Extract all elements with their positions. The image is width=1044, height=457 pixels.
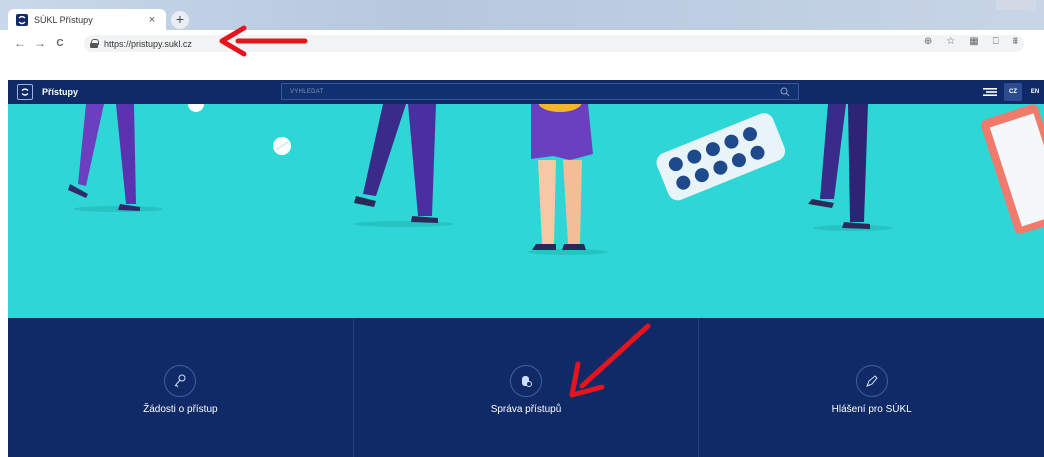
page-top-space <box>0 56 1044 80</box>
clipboard-icon <box>980 104 1044 235</box>
address-bar[interactable]: https://pristupy.sukl.cz ⊕ ☆ ▦ ⎕ ⩩ <box>84 35 1024 52</box>
tile-label: Správa přístupů <box>490 404 562 415</box>
sukl-logo-icon[interactable] <box>17 84 33 100</box>
omnibox-actions: ⊕ ☆ ▦ ⎕ ⩩ <box>924 36 1018 47</box>
reading-list-icon[interactable]: ⎕ <box>993 36 999 47</box>
tile-label: Žádosti o přístup <box>143 404 218 415</box>
browser-tab[interactable]: SÚKL Přístupy × <box>8 9 166 30</box>
sukl-favicon-icon <box>16 13 28 26</box>
search-input[interactable]: VYHLEDAT <box>281 83 799 100</box>
site-title[interactable]: Přístupy <box>42 87 78 97</box>
tab-title: SÚKL Přístupy <box>34 14 93 25</box>
lang-en-button[interactable]: EN <box>1026 83 1044 101</box>
tile-access-management[interactable]: Správa přístupů <box>354 318 700 457</box>
logo-mark-icon <box>21 88 29 96</box>
feature-tiles: Žádosti o přístup Správa přístupů Hlášen… <box>8 318 1044 457</box>
key-icon <box>164 365 197 397</box>
hero-banner <box>8 104 1044 318</box>
zoom-icon[interactable]: ⊕ <box>924 36 932 47</box>
reload-button[interactable]: C <box>50 38 70 49</box>
tile-reports[interactable]: Hlášení pro SÚKL <box>699 318 1044 457</box>
search-placeholder: VYHLEDAT <box>290 88 324 95</box>
new-tab-button[interactable]: + <box>171 11 189 29</box>
back-button[interactable]: ← <box>10 36 30 50</box>
bookmark-star-icon[interactable]: ☆ <box>946 36 955 47</box>
url-text: https://pristupy.sukl.cz <box>104 38 192 49</box>
browser-tabstrip: SÚKL Přístupy × + <box>0 0 1044 30</box>
profile-icon[interactable]: ⩩ <box>1013 36 1018 47</box>
person-shorts <box>531 104 593 160</box>
lang-cz-button[interactable]: CZ <box>1004 83 1022 101</box>
menu-icon[interactable] <box>983 87 997 97</box>
site-header: Přístupy VYHLEDAT CZ EN <box>8 80 1044 104</box>
access-icon <box>510 365 542 397</box>
lock-icon <box>90 39 99 48</box>
search-icon[interactable] <box>780 87 790 97</box>
screen: SÚKL Přístupy × + ← → C https://pristupy… <box>0 0 1044 457</box>
tile-label: Hlášení pro SÚKL <box>831 404 912 415</box>
person-legs-right <box>820 104 846 199</box>
extension-icon[interactable]: ▦ <box>969 36 978 47</box>
person-legs-left <box>78 104 104 186</box>
tab-close-icon[interactable]: × <box>146 14 158 26</box>
forward-button[interactable]: → <box>30 36 50 50</box>
window-controls[interactable] <box>996 0 1036 10</box>
hero-illustration <box>68 104 1044 255</box>
tile-requests[interactable]: Žádosti o přístup <box>8 318 354 457</box>
report-icon <box>855 365 888 397</box>
blister-pack-icon <box>656 113 786 201</box>
person-legs-middle <box>363 104 406 196</box>
